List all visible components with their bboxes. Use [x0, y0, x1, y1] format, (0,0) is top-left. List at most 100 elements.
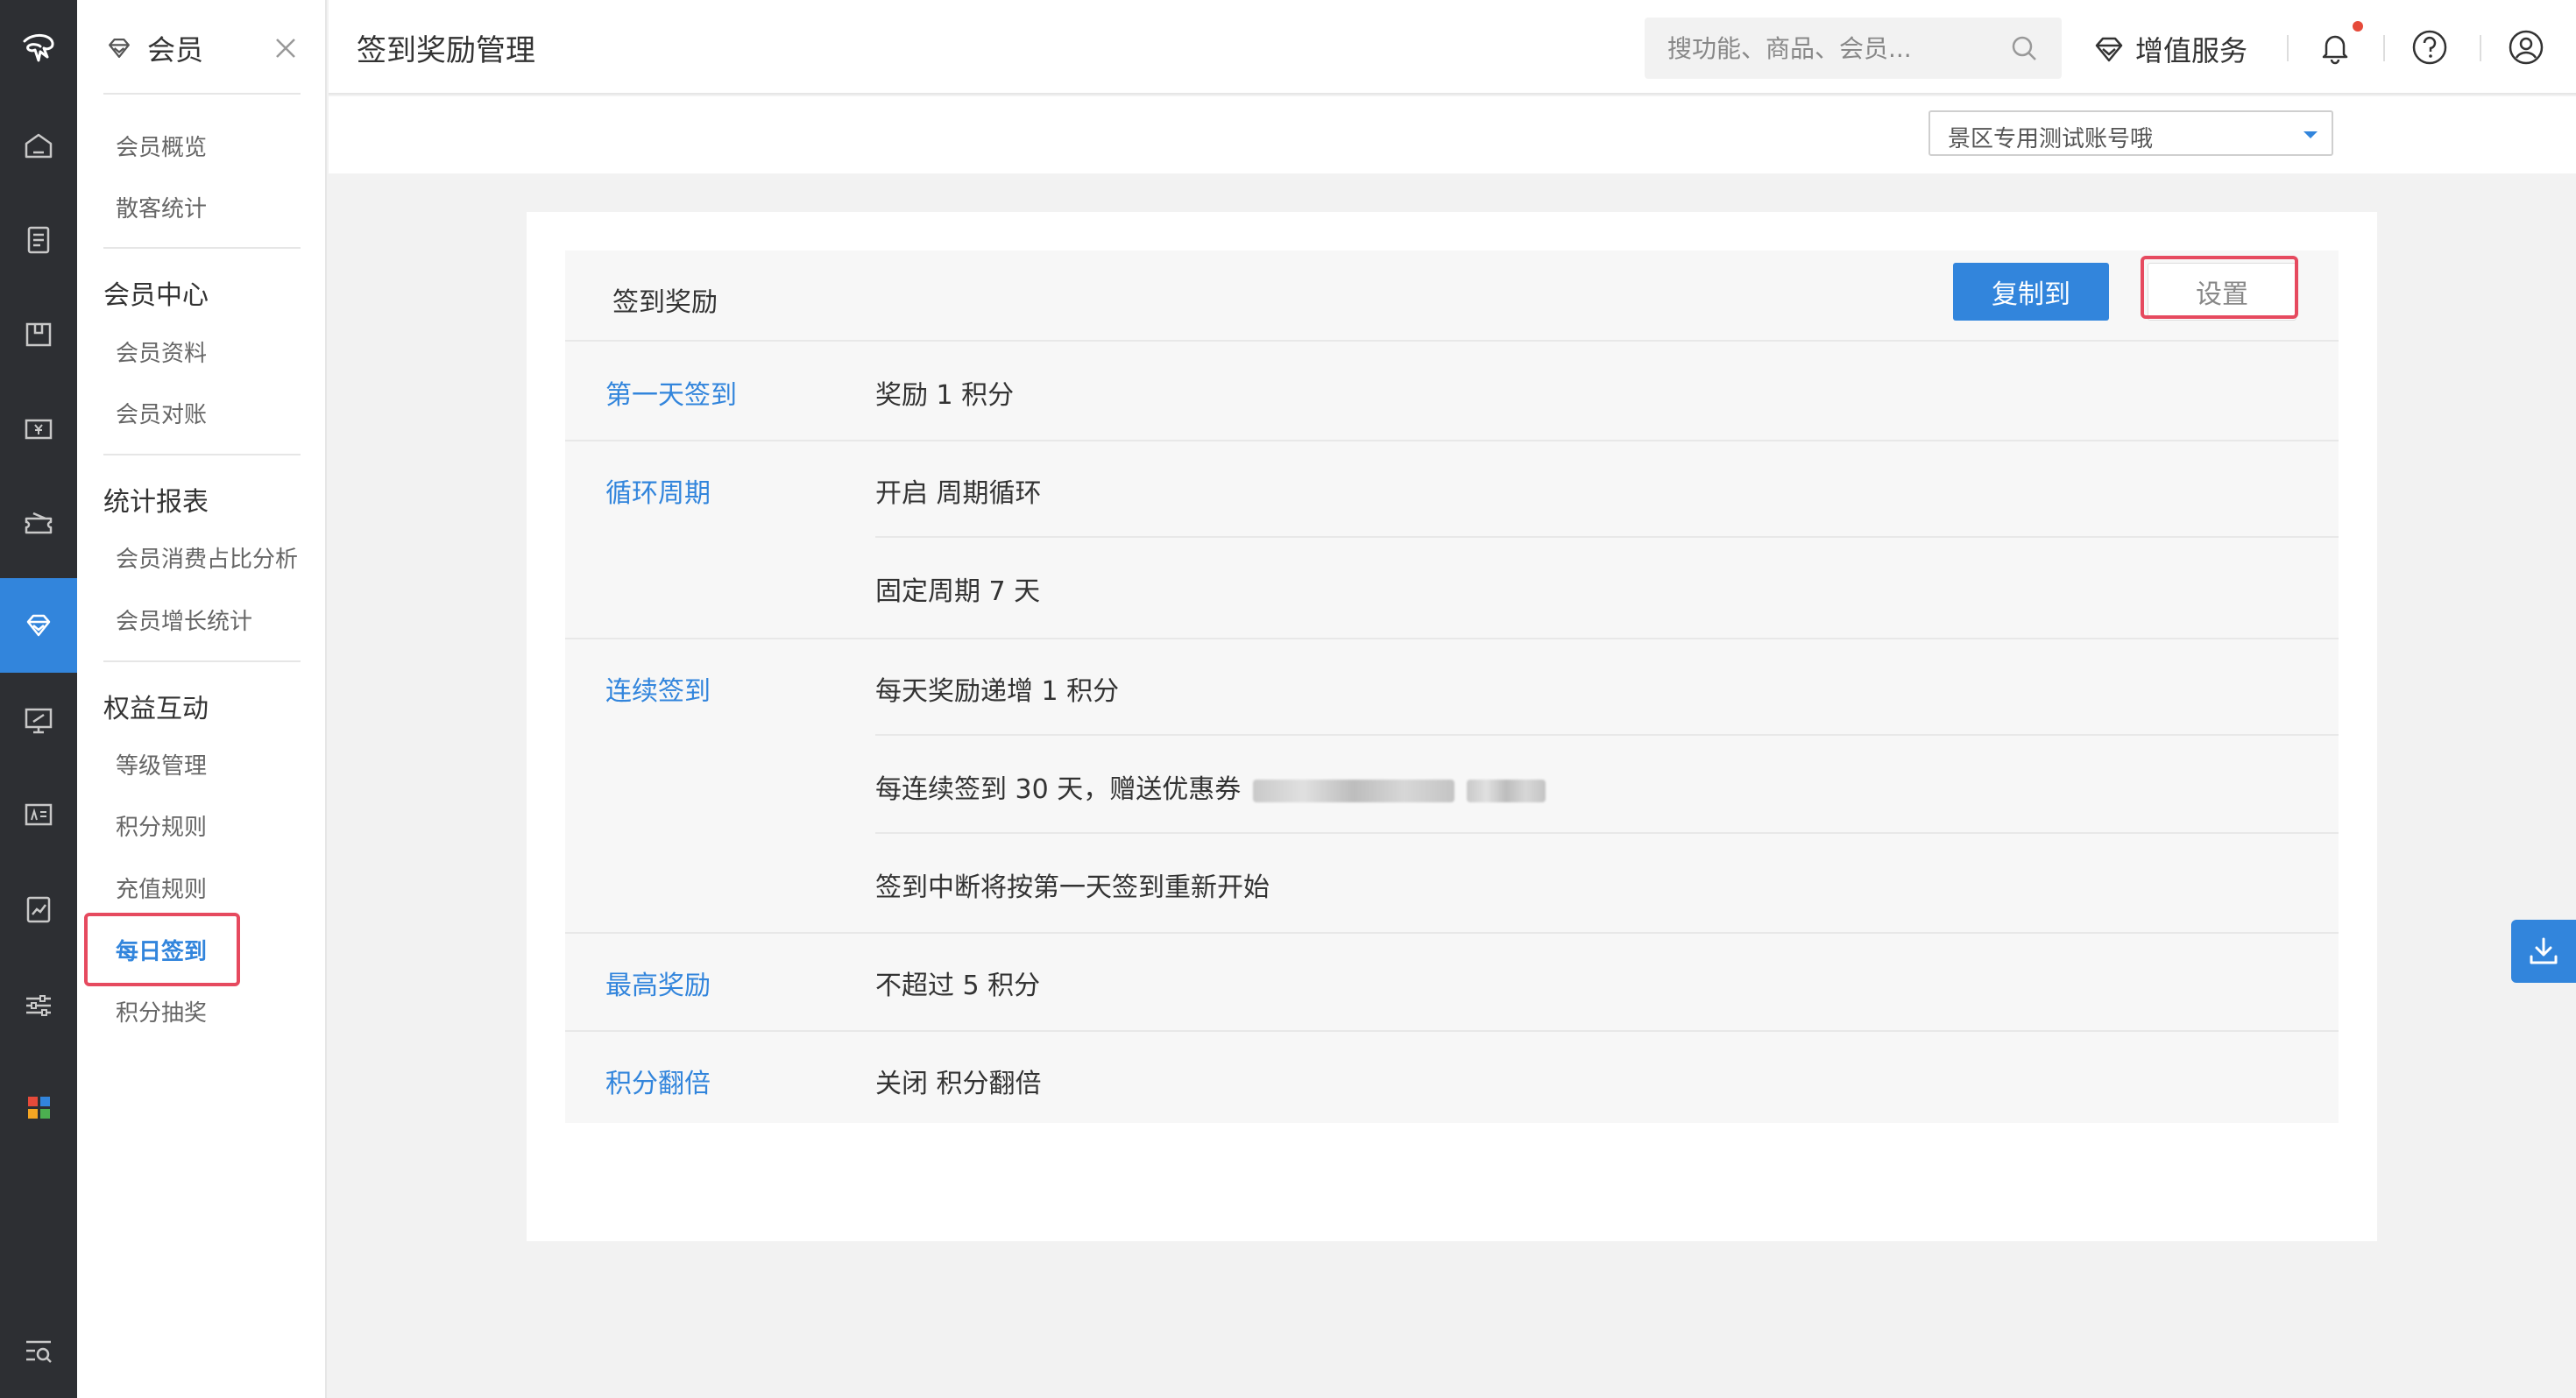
- row-label: 最高奖励: [605, 971, 711, 1001]
- value-added-services[interactable]: 增值服务: [2091, 23, 2247, 75]
- icon-rail: [0, 0, 77, 1398]
- module-header: 会员: [103, 26, 301, 70]
- home-icon: [25, 133, 53, 159]
- account-select-value: 景区专用测试账号哦: [1948, 126, 2154, 152]
- rail-staff[interactable]: [0, 767, 77, 862]
- row-value: 关闭 积分翻倍: [875, 1069, 1042, 1099]
- sidebar-item-points-rules[interactable]: 积分规则: [116, 809, 207, 842]
- row-value: 每天奖励递增 1 积分: [875, 676, 1120, 707]
- sidebar-item-recharge-rules[interactable]: 充值规则: [116, 872, 207, 904]
- row-max-reward: 最高奖励 不超过 5 积分: [565, 934, 2339, 1030]
- rail-settings[interactable]: [0, 958, 77, 1053]
- account-select[interactable]: 景区专用测试账号哦: [1928, 110, 2333, 156]
- blurred-coupon-name: [1253, 779, 1455, 802]
- logo-icon: [23, 34, 54, 62]
- row-label: 积分翻倍: [605, 1069, 711, 1099]
- search-icon[interactable]: [2009, 33, 2039, 63]
- ticket-icon: [25, 512, 53, 534]
- rail-reports[interactable]: [0, 862, 77, 957]
- divider: [875, 536, 2339, 538]
- diamond-icon: [26, 614, 51, 637]
- row-value: 固定周期 7 天: [875, 576, 1041, 607]
- divider: [103, 454, 301, 455]
- group-reports: 统计报表: [103, 487, 209, 518]
- row-label: 连续签到: [605, 676, 711, 707]
- rail-tickets[interactable]: [0, 477, 77, 571]
- row-value: 每连续签到 30 天，赠送优惠券: [875, 774, 1242, 805]
- monitor-icon: [25, 708, 53, 734]
- apps-grid-icon: [28, 1097, 50, 1119]
- id-card-icon: [25, 803, 53, 826]
- search-box: [1645, 18, 2062, 79]
- divider: [2383, 35, 2385, 61]
- top-header: 签到奖励管理 增值服务: [329, 0, 2576, 95]
- chart-icon: [26, 896, 51, 923]
- menu-search-icon: [26, 1340, 52, 1363]
- divider: [103, 93, 301, 95]
- rail-marketing[interactable]: [0, 673, 77, 767]
- row-label: 循环周期: [605, 478, 711, 509]
- bell-icon[interactable]: [2316, 28, 2354, 67]
- row-first-day: 第一天签到 奖励 1 积分: [565, 342, 2339, 440]
- copy-to-button[interactable]: 复制到: [1953, 263, 2109, 321]
- diamond-icon: [2095, 37, 2123, 62]
- rail-home[interactable]: [0, 98, 77, 193]
- rail-menu-search[interactable]: [0, 1303, 77, 1398]
- row-double-points: 积分翻倍 关闭 积分翻倍: [565, 1032, 2339, 1123]
- panel-title: 签到奖励: [612, 287, 718, 318]
- rail-apps[interactable]: [0, 1060, 77, 1154]
- divider: [2480, 35, 2481, 61]
- row-value: 不超过 5 积分: [875, 971, 1041, 1001]
- blurred-coupon-count: [1467, 779, 1546, 802]
- help-icon[interactable]: [2410, 28, 2449, 67]
- rail-members[interactable]: [0, 578, 77, 673]
- row-label: 第一天签到: [605, 380, 737, 411]
- sidebar-item-overview[interactable]: 会员概览: [116, 130, 207, 162]
- row-value: 签到中断将按第一天签到重新开始: [875, 872, 1270, 903]
- sidebar-item-member-profile[interactable]: 会员资料: [116, 335, 207, 368]
- divider: [103, 660, 301, 662]
- divider: [875, 832, 2339, 834]
- module-title: 会员: [147, 33, 204, 67]
- sidebar-item-guest-stats[interactable]: 散客统计: [116, 191, 207, 223]
- box-icon: [25, 322, 52, 347]
- active-item-highlight: [84, 913, 240, 986]
- row-value: 奖励 1 积分: [875, 380, 1015, 411]
- download-button[interactable]: [2511, 920, 2576, 983]
- sub-sidebar: 会员 会员概览 散客统计 会员中心 会员资料 会员对账 统计报表 会员消费占比分…: [77, 0, 327, 1398]
- sliders-icon: [26, 995, 51, 1016]
- checkin-reward-panel: 签到奖励 复制到 设置 第一天签到 奖励 1 积分 循环周期 开启 周期循环 固…: [565, 251, 2339, 1123]
- account-row: 景区专用测试账号哦: [329, 96, 2576, 173]
- row-value: 开启 周期循环: [875, 478, 1042, 509]
- row-consecutive: 连续签到 每天奖励递增 1 积分 每连续签到 30 天，赠送优惠券 签到中断将按…: [565, 639, 2339, 932]
- money-icon: [25, 419, 53, 440]
- row-cycle: 循环周期 开启 周期循环 固定周期 7 天: [565, 441, 2339, 638]
- page-title: 签到奖励管理: [357, 33, 535, 68]
- sidebar-item-consumption-analysis[interactable]: 会员消费占比分析: [116, 541, 298, 574]
- notification-dot: [2353, 21, 2363, 32]
- rail-finance[interactable]: [0, 382, 77, 477]
- panel-header: 签到奖励 复制到 设置: [565, 251, 2339, 342]
- divider: [2287, 35, 2289, 61]
- sidebar-item-reconciliation[interactable]: 会员对账: [116, 397, 207, 429]
- close-icon[interactable]: [271, 33, 301, 63]
- rail-orders[interactable]: [0, 193, 77, 287]
- value-added-label: 增值服务: [2135, 34, 2248, 67]
- row-value-coupon: 每连续签到 30 天，赠送优惠券: [875, 767, 1546, 806]
- settings-highlight: [2141, 256, 2298, 319]
- content-card: 签到奖励 复制到 设置 第一天签到 奖励 1 积分 循环周期 开启 周期循环 固…: [527, 212, 2377, 1241]
- download-icon: [2530, 937, 2558, 964]
- app-logo[interactable]: [0, 0, 77, 96]
- divider: [875, 734, 2339, 736]
- search-input[interactable]: [1667, 18, 2000, 79]
- diamond-icon: [109, 38, 130, 59]
- sidebar-item-points-lottery[interactable]: 积分抽奖: [116, 995, 207, 1027]
- caret-down-icon: [2304, 131, 2318, 138]
- group-benefits: 权益互动: [103, 694, 209, 724]
- user-avatar-icon[interactable]: [2507, 28, 2545, 67]
- sidebar-item-level-management[interactable]: 等级管理: [116, 748, 207, 780]
- document-icon: [27, 226, 50, 254]
- rail-products[interactable]: [0, 287, 77, 382]
- group-member-center: 会员中心: [103, 280, 209, 311]
- sidebar-item-growth-stats[interactable]: 会员增长统计: [116, 604, 252, 636]
